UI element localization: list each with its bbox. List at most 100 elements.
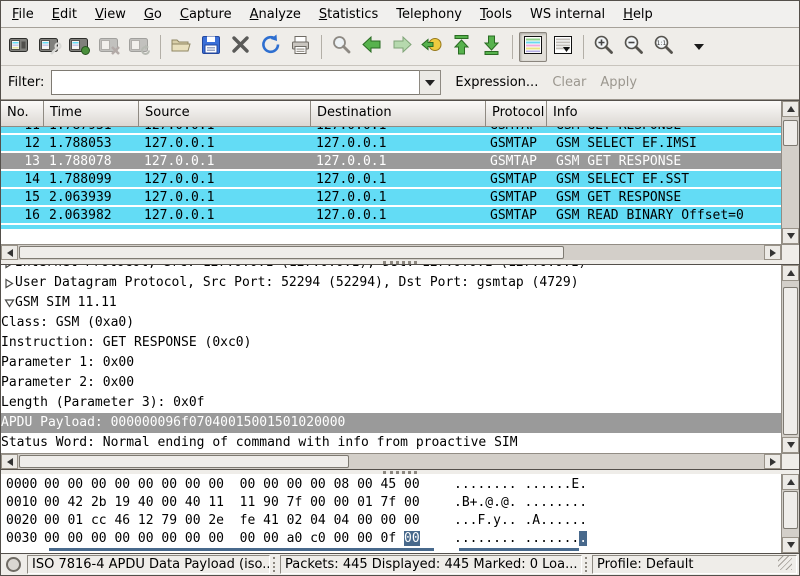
expert-info-icon[interactable]: [6, 557, 21, 572]
zoom-100-button[interactable]: 1:1: [650, 32, 678, 62]
file-open-button[interactable]: [167, 32, 195, 62]
packet-row-12[interactable]: 121.788053127.0.0.1127.0.0.1GSMTAPGSM SE…: [1, 135, 781, 153]
scroll-right-button[interactable]: [764, 245, 781, 260]
scroll-left-button[interactable]: [1, 454, 18, 469]
capture-stop-button[interactable]: [96, 32, 124, 62]
menu-capture[interactable]: Capture: [171, 3, 241, 26]
detail-row-parameter1[interactable]: Parameter 1: 0x00: [1, 353, 781, 373]
status-profile-field[interactable]: Profile: Default: [592, 555, 797, 574]
detail-row-class[interactable]: Class: GSM (0xa0): [1, 313, 781, 333]
clear-button[interactable]: Clear: [552, 75, 586, 90]
detail-row-status-word[interactable]: Status Word: Normal ending of command wi…: [1, 433, 781, 453]
toolbar-separator: [160, 35, 161, 59]
file-close-button[interactable]: [227, 32, 255, 62]
filter-input[interactable]: [51, 70, 419, 95]
apply-button[interactable]: Apply: [600, 75, 637, 90]
go-to-bottom-button[interactable]: [478, 32, 506, 62]
menu-help[interactable]: Help: [614, 3, 662, 26]
detail-row-ip[interactable]: Internet Protocol, Src: 127.0.0.1 (127.0…: [1, 265, 781, 273]
capture-restart-button[interactable]: [126, 32, 154, 62]
capture-options-button[interactable]: [36, 32, 64, 62]
packet-list-vscrollbar[interactable]: [781, 101, 799, 244]
expander-expanded-icon[interactable]: [1, 298, 15, 308]
scroll-thumb[interactable]: [19, 455, 349, 468]
packet-details-pane: Internet Protocol, Src: 127.0.0.1 (127.0…: [1, 264, 799, 470]
zoom-in-button[interactable]: [590, 32, 618, 62]
scroll-down-button[interactable]: [782, 228, 799, 244]
details-vscrollbar[interactable]: [781, 265, 799, 453]
menu-file[interactable]: File: [3, 3, 43, 26]
toolbar-overflow-icon[interactable]: [694, 44, 704, 50]
capture-start-button[interactable]: [66, 32, 94, 62]
detail-row-parameter2[interactable]: Parameter 2: 0x00: [1, 373, 781, 393]
hex-row-0020[interactable]: 002000 01 cc 46 12 79 00 2e fe 41 02 04 …: [1, 512, 781, 530]
column-header-time[interactable]: Time: [44, 101, 139, 126]
detail-row-length[interactable]: Length (Parameter 3): 0x0f: [1, 393, 781, 413]
scroll-thumb[interactable]: [783, 120, 798, 146]
hex-row-0000[interactable]: 000000 00 00 00 00 00 00 00 00 00 00 00 …: [1, 476, 781, 494]
scroll-up-button[interactable]: [782, 101, 799, 117]
filter-dropdown-button[interactable]: [419, 70, 441, 95]
colorize-toggle-button[interactable]: [519, 32, 547, 62]
menu-view[interactable]: View: [86, 3, 135, 26]
packet-row-11[interactable]: 111.787931127.0.0.1127.0.0.1GSMTAPGSM GE…: [1, 127, 781, 135]
details-hscrollbar[interactable]: [1, 453, 799, 469]
scroll-thumb[interactable]: [19, 246, 564, 259]
auto-scroll-toggle-button[interactable]: [549, 32, 577, 62]
go-to-top-button[interactable]: [448, 32, 476, 62]
status-packet-counts: Packets: 445 Displayed: 445 Marked: 0 Lo…: [280, 555, 582, 574]
menu-analyze[interactable]: Analyze: [241, 3, 310, 26]
column-header-no[interactable]: No.: [1, 101, 44, 126]
find-packet-button[interactable]: [328, 32, 356, 62]
expander-collapsed-icon[interactable]: [1, 265, 15, 269]
reload-button[interactable]: [257, 32, 285, 62]
go-back-button[interactable]: [358, 32, 386, 62]
packet-row-13-selected[interactable]: 131.788078127.0.0.1127.0.0.1GSMTAPGSM GE…: [1, 153, 781, 171]
packet-row-16[interactable]: 162.063982127.0.0.1127.0.0.1GSMTAPGSM RE…: [1, 207, 781, 225]
zoom-out-button[interactable]: [620, 32, 648, 62]
packet-list-pane: No. Time Source Destination Protocol Inf…: [1, 100, 799, 260]
selected-hex-byte: 00: [404, 531, 420, 546]
go-forward-button[interactable]: [388, 32, 416, 62]
packet-list-hscrollbar[interactable]: [1, 244, 799, 260]
detail-row-gsm-sim[interactable]: GSM SIM 11.11: [1, 293, 781, 313]
go-top-icon: [450, 33, 474, 61]
scroll-left-button[interactable]: [1, 245, 18, 260]
packet-details-tree: Internet Protocol, Src: 127.0.0.1 (127.0…: [1, 265, 781, 453]
packet-row-14[interactable]: 141.788099127.0.0.1127.0.0.1GSMTAPGSM SE…: [1, 171, 781, 189]
detail-row-apdu-payload-selected[interactable]: APDU Payload: 000000096f0704001500150102…: [1, 413, 781, 433]
hex-row-0030[interactable]: 003000 00 00 00 00 00 00 00 00 00 a0 c0 …: [1, 530, 781, 548]
packet-row-15[interactable]: 152.063939127.0.0.1127.0.0.1GSMTAPGSM GE…: [1, 189, 781, 207]
menu-statistics[interactable]: Statistics: [310, 3, 387, 26]
scroll-right-button[interactable]: [764, 454, 781, 469]
detail-row-instruction[interactable]: Instruction: GET RESPONSE (0xc0): [1, 333, 781, 353]
column-header-info[interactable]: Info: [547, 101, 781, 126]
scroll-down-button[interactable]: [782, 537, 799, 553]
column-header-protocol[interactable]: Protocol: [486, 101, 547, 126]
packet-row-17-partial[interactable]: [1, 225, 781, 229]
scroll-thumb[interactable]: [783, 491, 798, 529]
expression-button[interactable]: Expression...: [455, 75, 538, 90]
menu-ws-internal[interactable]: WS internal: [521, 3, 614, 26]
expander-collapsed-icon[interactable]: [1, 278, 15, 289]
menu-telephony[interactable]: Telephony: [387, 3, 471, 26]
scroll-thumb[interactable]: [783, 287, 798, 435]
window-resize-grip[interactable]: [778, 556, 792, 570]
scroll-down-button[interactable]: [782, 437, 799, 453]
scroll-up-button[interactable]: [782, 474, 799, 490]
menu-go[interactable]: Go: [135, 3, 171, 26]
column-header-source[interactable]: Source: [139, 101, 311, 126]
file-save-as-button[interactable]: [197, 32, 225, 62]
list-interfaces-button[interactable]: [6, 32, 34, 62]
hex-row-0010[interactable]: 001000 42 2b 19 40 00 40 11 11 90 7f 00 …: [1, 494, 781, 512]
column-header-destination[interactable]: Destination: [311, 101, 486, 126]
menu-edit[interactable]: Edit: [43, 3, 86, 26]
detail-row-udp[interactable]: User Datagram Protocol, Src Port: 52294 …: [1, 273, 781, 293]
print-button[interactable]: [287, 32, 315, 62]
hex-vscrollbar[interactable]: [781, 474, 799, 553]
hex-selection-continuation: [49, 548, 434, 551]
packet-list-rows: 111.787931127.0.0.1127.0.0.1GSMTAPGSM GE…: [1, 127, 781, 244]
scroll-up-button[interactable]: [782, 265, 799, 281]
menu-tools[interactable]: Tools: [471, 3, 521, 26]
go-to-packet-button[interactable]: [418, 32, 446, 62]
